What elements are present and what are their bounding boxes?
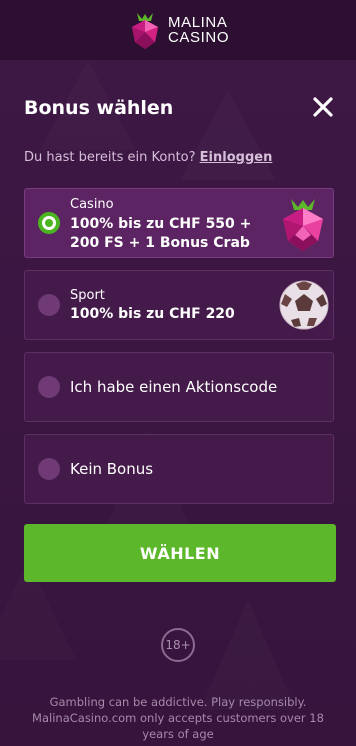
login-link[interactable]: Einloggen xyxy=(200,150,273,165)
option-label: Kein Bonus xyxy=(70,460,154,478)
age-restriction-badge: 18+ xyxy=(161,628,195,662)
raspberry-gem-icon xyxy=(283,199,323,251)
modal-title: Bonus wählen xyxy=(24,97,174,119)
option-description: 100% bis zu CHF 550 + 200 FS + 1 Bonus C… xyxy=(70,216,252,251)
bonus-option-sport[interactable]: Sport 100% bis zu CHF 220 xyxy=(24,270,334,340)
radio-unselected[interactable] xyxy=(38,458,60,480)
close-button[interactable] xyxy=(308,92,338,122)
radio-selected[interactable] xyxy=(38,212,60,234)
option-description: 100% bis zu CHF 220 xyxy=(70,306,235,322)
site-header: MALINA CASINO xyxy=(0,0,356,60)
radio-unselected[interactable] xyxy=(38,376,60,398)
raspberry-logo-icon xyxy=(132,13,158,49)
login-prompt: Du hast bereits ein Konto? Einloggen xyxy=(24,150,272,166)
option-category: Casino xyxy=(70,197,114,212)
option-category: Sport xyxy=(70,288,105,303)
select-bonus-button[interactable]: WÄHLEN xyxy=(24,524,336,582)
logo-line-1: MALINA xyxy=(168,14,228,31)
logo-wordmark: MALINA CASINO xyxy=(168,15,229,45)
bonus-option-no-bonus[interactable]: Kein Bonus xyxy=(24,434,334,504)
logo-line-2: CASINO xyxy=(168,29,230,46)
login-prompt-text: Du hast bereits ein Konto? xyxy=(24,150,196,165)
background-triangle xyxy=(180,90,276,180)
responsible-gambling-disclaimer: Gambling can be addictive. Play responsi… xyxy=(32,695,324,741)
malina-casino-logo[interactable]: MALINA CASINO xyxy=(128,10,238,50)
option-label: Ich habe einen Aktionscode xyxy=(70,378,278,396)
bonus-option-promo-code[interactable]: Ich habe einen Aktionscode xyxy=(24,352,334,422)
bonus-option-casino[interactable]: Casino 100% bis zu CHF 550 + 200 FS + 1 … xyxy=(24,188,334,258)
close-icon xyxy=(313,97,333,117)
soccer-ball-icon xyxy=(279,280,329,330)
radio-unselected[interactable] xyxy=(38,294,60,316)
